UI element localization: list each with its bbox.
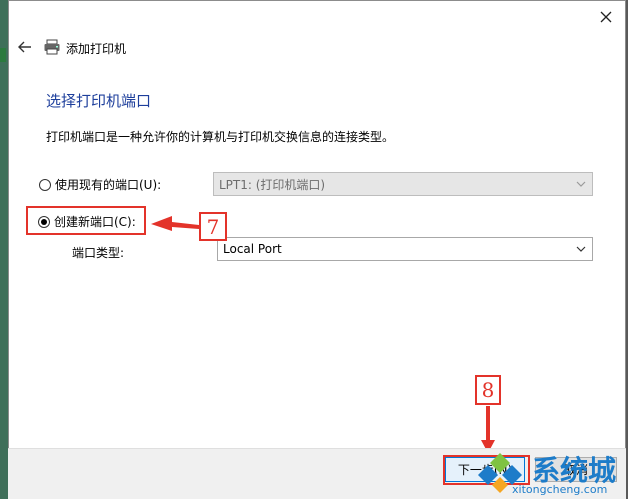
step-7-callout: 7 (199, 212, 227, 241)
close-icon (600, 11, 612, 23)
create-new-port-label: 创建新端口(C): (54, 215, 136, 229)
desktop-item (0, 48, 6, 62)
use-existing-port-label: 使用现有的端口(U): (55, 178, 162, 192)
back-button[interactable] (15, 37, 35, 57)
port-type-label: 端口类型: (72, 246, 125, 260)
existing-port-select: LPT1: (打印机端口) (213, 172, 593, 196)
page-description: 打印机端口是一种允许你的计算机与打印机交换信息的连接类型。 (46, 130, 395, 144)
dialog-title: 添加打印机 (66, 42, 127, 56)
use-existing-port-radio[interactable]: 使用现有的端口(U): (39, 176, 161, 193)
printer-icon (44, 39, 60, 55)
chevron-down-icon (576, 246, 586, 252)
create-new-port-radio[interactable]: 创建新端口(C): (38, 213, 136, 230)
chevron-down-icon (576, 181, 586, 187)
watermark: 系统城 xitongcheng.com (472, 449, 628, 499)
radio-unchecked-icon (39, 178, 51, 191)
page-heading: 选择打印机端口 (46, 92, 152, 110)
close-button[interactable] (593, 6, 619, 28)
watermark-url: xitongcheng.com (512, 483, 608, 496)
existing-port-value: LPT1: (打印机端口) (219, 177, 326, 192)
add-printer-dialog: 添加打印机 选择打印机端口 打印机端口是一种允许你的计算机与打印机交换信息的连接… (8, 0, 626, 470)
background-desktop-strip (0, 0, 8, 499)
radio-checked-icon (38, 215, 50, 228)
back-arrow-icon (18, 41, 31, 53)
step-8-callout: 8 (475, 375, 501, 405)
port-type-value: Local Port (223, 242, 282, 256)
port-type-select[interactable]: Local Port (217, 237, 593, 261)
